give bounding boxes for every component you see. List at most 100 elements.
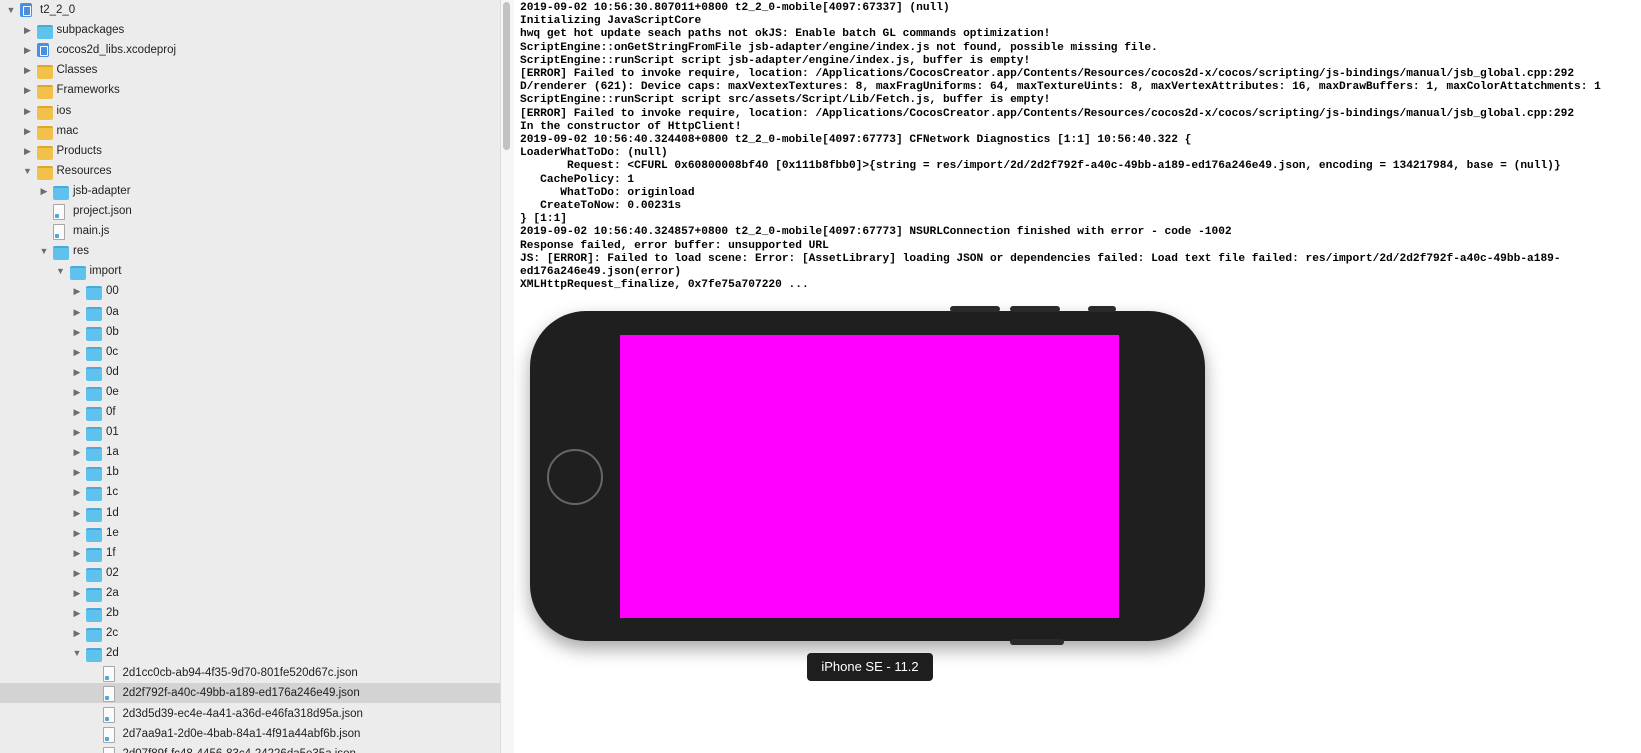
navigator-item[interactable]: project.json	[0, 201, 500, 221]
navigator-item[interactable]: ▶ 0d	[0, 362, 500, 382]
disclosure-collapsed-icon[interactable]: ▶	[23, 40, 33, 60]
navigator-item-label: 1b	[106, 466, 119, 479]
navigator-item[interactable]: 2d07f89f-fc48-4456-83c4-24226da5e35a.jso…	[0, 744, 500, 753]
disclosure-expanded-icon[interactable]: ▼	[72, 643, 82, 663]
disclosure-collapsed-icon[interactable]: ▶	[23, 141, 33, 161]
navigator-item[interactable]: ▼ t2_2_0	[0, 0, 500, 20]
disclosure-collapsed-icon[interactable]: ▶	[72, 523, 82, 543]
navigator-item[interactable]: ▶ 1d	[0, 503, 500, 523]
console-line: CachePolicy: 1	[520, 173, 635, 186]
navigator-item[interactable]: ▶ 1c	[0, 482, 500, 502]
navigator-item[interactable]: ▶ 2b	[0, 603, 500, 623]
navigator-item[interactable]: ▶ 02	[0, 563, 500, 583]
disclosure-collapsed-icon[interactable]: ▶	[72, 563, 82, 583]
disclosure-collapsed-icon[interactable]: ▶	[23, 80, 33, 100]
disclosure-collapsed-icon[interactable]: ▶	[72, 503, 82, 523]
navigator-item-label: 2a	[106, 586, 119, 599]
navigator-item[interactable]: ▶ ios	[0, 101, 500, 121]
folder-blue-icon	[53, 246, 69, 261]
navigator-item-label: Resources	[56, 164, 112, 177]
disclosure-collapsed-icon[interactable]: ▶	[72, 281, 82, 301]
disclosure-collapsed-icon[interactable]: ▶	[72, 402, 82, 422]
navigator-item[interactable]: ▼ 2d	[0, 643, 500, 663]
navigator-item-label: 1c	[106, 486, 119, 499]
console-line: 2019-09-02 10:56:40.324857+0800 t2_2_0-m…	[520, 226, 1232, 239]
navigator-item[interactable]: ▶ 0b	[0, 322, 500, 342]
disclosure-collapsed-icon[interactable]: ▶	[23, 20, 33, 40]
navigator-item-label: 0c	[106, 345, 119, 358]
folder-yellow-icon	[36, 165, 53, 180]
navigator-item[interactable]: ▶ 1a	[0, 442, 500, 462]
navigator-item[interactable]: ▶ Products	[0, 141, 500, 161]
navigator-item-label: 00	[106, 285, 119, 298]
simulator-screen[interactable]	[620, 335, 1119, 618]
navigator-item-label: 2d7aa9a1-2d0e-4bab-84a1-4f91a44abf6b.jso…	[122, 727, 361, 740]
navigator-item[interactable]: 2d7aa9a1-2d0e-4bab-84a1-4f91a44abf6b.jso…	[0, 724, 500, 744]
navigator-item[interactable]: 2d2f792f-a40c-49bb-a189-ed176a246e49.jso…	[0, 683, 500, 704]
navigator-item-label: import	[89, 265, 122, 278]
disclosure-collapsed-icon[interactable]: ▶	[72, 442, 82, 462]
folder-blue-icon	[86, 507, 102, 522]
navigator-item[interactable]: ▶ 1f	[0, 543, 500, 563]
disclosure-collapsed-icon[interactable]: ▶	[39, 181, 49, 201]
disclosure-expanded-icon[interactable]: ▼	[39, 241, 49, 261]
disclosure-collapsed-icon[interactable]: ▶	[72, 603, 82, 623]
disclosure-collapsed-icon[interactable]: ▶	[72, 543, 82, 563]
navigator-item[interactable]: main.js	[0, 221, 500, 241]
disclosure-expanded-icon[interactable]: ▼	[23, 161, 33, 181]
navigator-item[interactable]: ▶ subpackages	[0, 20, 500, 40]
navigator-item-label: 1d	[106, 506, 119, 519]
navigator-item[interactable]: ▶ 1b	[0, 462, 500, 482]
navigator-item[interactable]: 2d1cc0cb-ab94-4f35-9d70-801fe520d67c.jso…	[0, 663, 500, 683]
disclosure-collapsed-icon[interactable]: ▶	[72, 422, 82, 442]
disclosure-collapsed-icon[interactable]: ▶	[72, 302, 82, 322]
navigator-item-label: main.js	[73, 225, 110, 238]
folder-blue-icon	[53, 185, 69, 200]
disclosure-collapsed-icon[interactable]: ▶	[23, 101, 33, 121]
navigator-item[interactable]: ▶ 00	[0, 281, 500, 301]
navigator-item[interactable]: ▶ 1e	[0, 523, 500, 543]
disclosure-collapsed-icon[interactable]: ▶	[72, 362, 82, 382]
console-line: ed176a246e49.json(error)	[520, 266, 682, 279]
home-button[interactable]	[547, 449, 603, 505]
disclosure-collapsed-icon[interactable]: ▶	[72, 482, 82, 502]
navigator-item[interactable]: ▶ 0c	[0, 342, 500, 362]
folder-blue-icon	[86, 447, 102, 462]
console-line: } [1:1]	[520, 213, 567, 226]
console-line: [ERROR] Failed to invoke require, locati…	[520, 68, 1575, 81]
navigator-item[interactable]: ▶ 2a	[0, 583, 500, 603]
console-line: 2019-09-02 10:56:40.324408+0800 t2_2_0-m…	[520, 134, 1192, 147]
disclosure-expanded-icon[interactable]: ▼	[56, 261, 66, 281]
disclosure-collapsed-icon[interactable]: ▶	[72, 382, 82, 402]
disclosure-collapsed-icon[interactable]: ▶	[72, 583, 82, 603]
navigator-scrollbar-thumb[interactable]	[503, 2, 510, 150]
navigator-item[interactable]: ▼ res	[0, 241, 500, 261]
file-icon	[102, 666, 115, 683]
navigator-item[interactable]: ▶ cocos2d_libs.xcodeproj	[0, 40, 500, 60]
navigator-item[interactable]: ▶ Frameworks	[0, 80, 500, 100]
disclosure-collapsed-icon[interactable]: ▶	[72, 322, 82, 342]
navigator-item[interactable]: ▶ Classes	[0, 60, 500, 80]
navigator-item-label: project.json	[73, 205, 132, 217]
navigator-item[interactable]: ▶ 0a	[0, 302, 500, 322]
navigator-item-label: 0b	[106, 325, 119, 338]
disclosure-expanded-icon[interactable]: ▼	[6, 0, 16, 20]
volume-button	[950, 306, 1000, 312]
disclosure-collapsed-icon[interactable]: ▶	[72, 342, 82, 362]
disclosure-collapsed-icon[interactable]: ▶	[72, 623, 82, 643]
disclosure-collapsed-icon[interactable]: ▶	[23, 121, 33, 141]
navigator-item[interactable]: ▶ 2c	[0, 623, 500, 643]
navigator-item[interactable]: ▼ import	[0, 261, 500, 281]
navigator-item[interactable]: ▶ 0e	[0, 382, 500, 402]
disclosure-collapsed-icon[interactable]: ▶	[72, 462, 82, 482]
navigator-item[interactable]: ▶ jsb-adapter	[0, 181, 500, 201]
navigator-item[interactable]: ▶ mac	[0, 121, 500, 141]
navigator-item[interactable]: ▶ 01	[0, 422, 500, 442]
disclosure-collapsed-icon[interactable]: ▶	[23, 60, 33, 80]
navigator-item[interactable]: ▼ Resources	[0, 161, 500, 181]
folder-blue-icon	[86, 487, 102, 502]
navigator-item[interactable]: ▶ 0f	[0, 402, 500, 422]
navigator-item-label: jsb-adapter	[73, 184, 131, 197]
console-line: hwq get hot update seach paths not okJS:…	[520, 28, 1051, 41]
navigator-item[interactable]: 2d3d5d39-ec4e-4a41-a36d-e46fa318d95a.jso…	[0, 704, 500, 724]
